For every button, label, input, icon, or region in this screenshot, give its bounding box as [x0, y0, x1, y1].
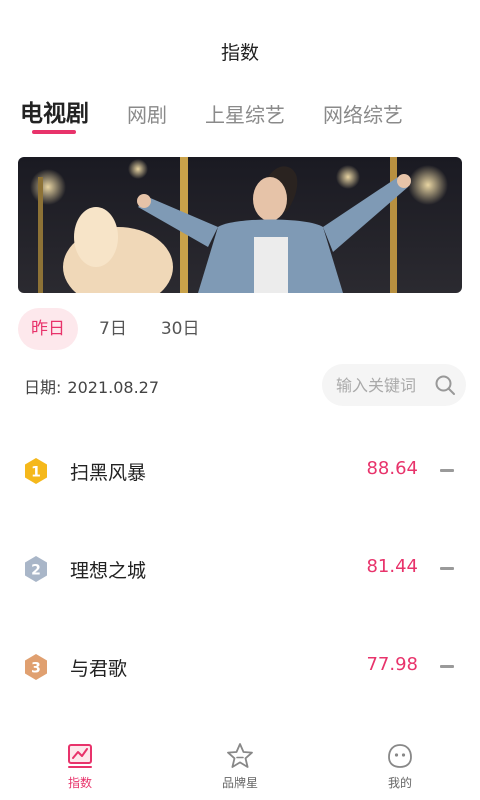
date-label: 日期: — [24, 378, 62, 397]
category-tabs: 电视剧 网剧 上星综艺 网络综艺 — [20, 94, 441, 134]
chart-icon — [68, 744, 92, 768]
show-name: 理想之城 — [70, 560, 147, 582]
nav-label: 品牌星 — [221, 776, 258, 790]
tab-satellite-variety[interactable]: 上星综艺 — [205, 99, 285, 128]
rank-silver-badge-icon: 2 — [25, 556, 47, 582]
ranking-row[interactable]: 3 与君歌 77.98 — [0, 616, 480, 714]
nav-brand-star[interactable]: 品牌星 — [160, 736, 320, 800]
show-score: 77.98 — [366, 654, 418, 675]
rank-bronze-badge-icon: 3 — [25, 654, 47, 680]
banner-photo — [18, 157, 462, 293]
search-input[interactable] — [336, 375, 432, 395]
show-score: 88.64 — [366, 458, 418, 479]
ranking-list: 1 扫黑风暴 88.64 2 理想之城 81.44 3 与君歌 77.98 — [0, 420, 480, 714]
period-7-days[interactable]: 7日 — [86, 308, 140, 350]
rank-number: 1 — [31, 465, 41, 481]
show-score: 81.44 — [366, 556, 418, 577]
ranking-row[interactable]: 2 理想之城 81.44 — [0, 518, 480, 616]
tab-label: 电视剧 — [20, 101, 89, 127]
nav-index[interactable]: 指数 — [0, 736, 160, 800]
period-30-days[interactable]: 30日 — [148, 308, 213, 350]
search-icon[interactable] — [434, 374, 456, 396]
trend-flat-icon — [440, 567, 454, 570]
active-tab-indicator — [32, 130, 76, 134]
nav-label: 我的 — [387, 776, 412, 790]
tab-web-variety[interactable]: 网络综艺 — [323, 99, 403, 128]
star-icon — [227, 743, 253, 768]
date-row: 日期: 2021.08.27 — [24, 374, 165, 398]
tab-tv-series[interactable]: 电视剧 — [20, 94, 89, 134]
trend-flat-icon — [440, 469, 454, 472]
tab-web-series[interactable]: 网剧 — [127, 99, 167, 128]
bottom-nav: 指数 品牌星 我的 — [0, 736, 480, 800]
rank-gold-badge-icon: 1 — [25, 458, 47, 484]
nav-label: 指数 — [67, 776, 92, 790]
period-filters: 昨日 7日 30日 — [18, 308, 220, 350]
date-value: 2021.08.27 — [67, 378, 160, 397]
page-title: 指数 — [220, 42, 259, 64]
search-box[interactable] — [322, 364, 466, 406]
trend-flat-icon — [440, 665, 454, 668]
show-name: 扫黑风暴 — [70, 462, 147, 484]
profile-icon — [388, 744, 412, 768]
nav-mine[interactable]: 我的 — [320, 736, 480, 800]
ranking-row[interactable]: 1 扫黑风暴 88.64 — [0, 420, 480, 518]
rank-number: 3 — [31, 661, 41, 677]
show-name: 与君歌 — [70, 658, 128, 680]
rank-number: 2 — [31, 563, 41, 579]
status-bar — [0, 0, 480, 30]
period-yesterday[interactable]: 昨日 — [18, 308, 78, 350]
banner-image[interactable] — [18, 157, 462, 293]
